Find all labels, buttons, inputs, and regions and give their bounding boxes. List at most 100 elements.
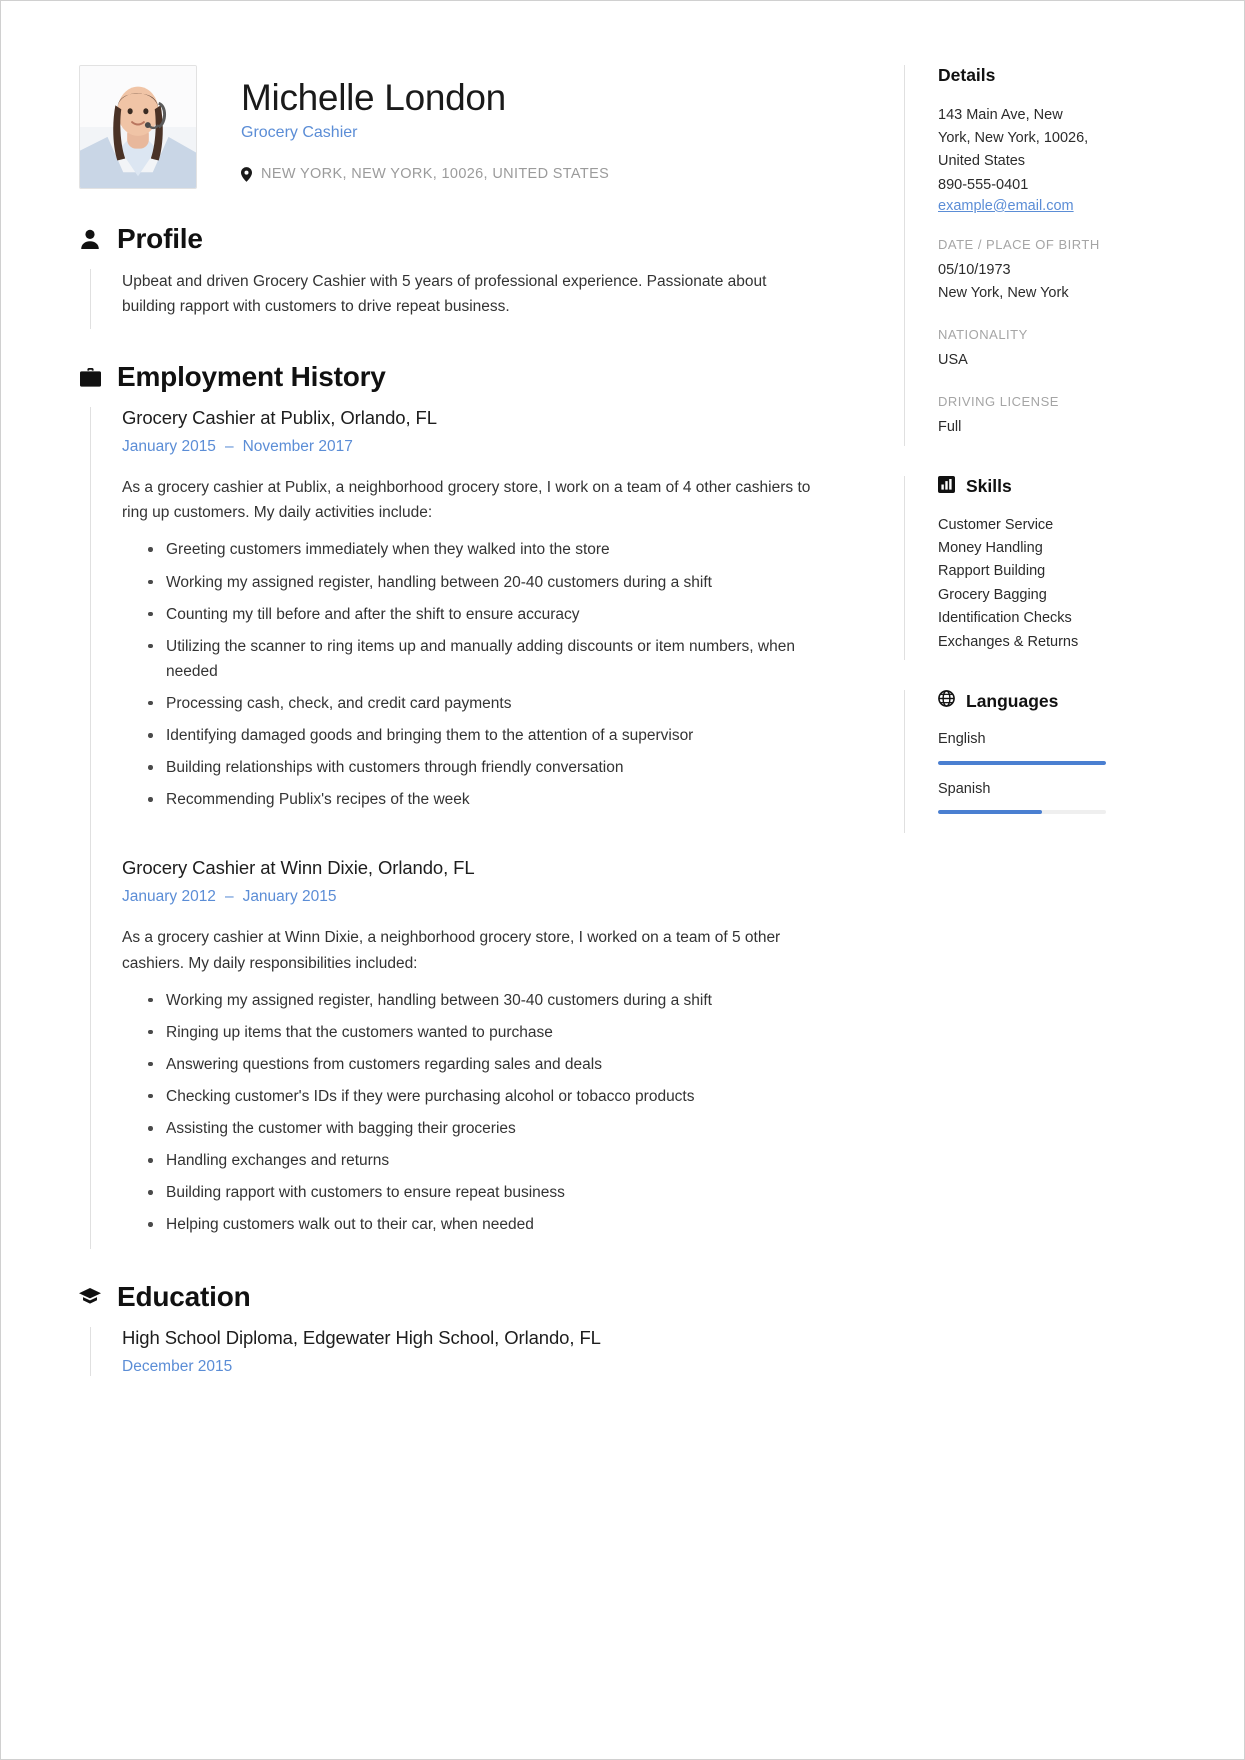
detail-label-nationality: NATIONALITY [938,327,1028,343]
graduation-cap-icon [79,1288,101,1305]
education-heading: Education [117,1280,251,1312]
skill-item: Identification Checks [938,610,1072,627]
bar-chart-icon [938,475,955,498]
employment-entry: Grocery Cashier at Winn Dixie, Orlando, … [90,857,819,1249]
job-end-2: January 2015 [242,888,337,906]
employment-heading: Employment History [117,361,386,393]
languages-heading-row: Languages [938,690,1168,712]
address-line: 143 Main Ave, New [938,107,1063,123]
skills-heading: Skills [966,476,1012,496]
detail-value-driving-license: Full [938,419,962,436]
education-date: December 2015 [122,1357,233,1375]
job-bullets-2: Working my assigned register, handling b… [122,988,819,1238]
language-name: English [938,731,986,748]
list-item: Working my assigned register, handling b… [148,988,819,1013]
skill-item: Grocery Bagging [938,586,1047,603]
resume-columns: Michelle London Grocery Cashier NEW YORK… [79,65,1168,1395]
skills-block: Skills Customer Service Money Handling R… [904,475,1168,661]
job-dates-1: January 2015– November 2017 [122,438,819,456]
address-line: United States [938,153,1026,170]
sidebar: Details 143 Main Ave, New York, New York… [849,65,1168,834]
list-item: Handling exchanges and returns [148,1148,819,1173]
profile-section: Profile Upbeat and driven Grocery Cashie… [79,223,819,330]
job-start-1: January 2015 [122,438,216,456]
language-item: Spanish [938,778,1168,815]
job-start-2: January 2012 [122,888,216,906]
profile-text: Upbeat and driven Grocery Cashier with 5… [122,273,767,316]
resume-header: Michelle London Grocery Cashier NEW YORK… [79,65,819,189]
language-name: Spanish [938,780,991,797]
list-item: Helping customers walk out to their car,… [148,1212,819,1237]
list-item: Assisting the customer with bagging thei… [148,1116,819,1141]
employment-entry: Grocery Cashier at Publix, Orlando, FL J… [90,407,819,824]
profile-body: Upbeat and driven Grocery Cashier with 5… [90,269,819,330]
page-title: Michelle London [241,77,506,118]
list-item: Answering questions from customers regar… [148,1052,819,1077]
job-gap [90,823,819,858]
employment-section: Employment History Grocery Cashier at Pu… [79,361,819,1249]
list-item: Ringing up items that the customers want… [148,1020,819,1045]
job-dash-1: – [224,438,234,456]
job-title-2: Grocery Cashier at Winn Dixie, Orlando, … [122,857,475,879]
job-dates-2: January 2012– January 2015 [122,888,819,906]
detail-value-nationality: USA [938,352,968,369]
list-item: Greeting customers immediately when they… [148,537,819,562]
detail-label-driving-license: DRIVING LICENSE [938,394,1059,410]
address-line: York, New York, 10026, [938,130,1089,147]
education-title: High School Diploma, Edgewater High Scho… [122,1326,601,1348]
language-level-track [938,810,1106,815]
list-item: Processing cash, check, and credit card … [148,691,819,716]
skills-heading-row: Skills [938,475,1168,498]
detail-value-dob-date: 05/10/1973 [938,261,1011,278]
header-text: Michelle London Grocery Cashier NEW YORK… [197,65,609,182]
job-end-1: November 2017 [242,438,353,456]
profile-heading-row: Profile [79,223,819,255]
avatar [79,65,197,189]
avatar-illustration [80,66,196,188]
location-text: NEW YORK, NEW YORK, 10026, UNITED STATES [261,166,610,183]
phone-number: 890-555-0401 [938,176,1029,193]
globe-icon [938,690,955,712]
list-item: Building rapport with customers to ensur… [148,1180,819,1205]
job-title: Grocery Cashier [241,124,358,142]
location-row: NEW YORK, NEW YORK, 10026, UNITED STATES [241,166,609,182]
skill-item: Exchanges & Returns [938,633,1079,650]
profile-heading: Profile [117,223,203,254]
language-item: English [938,728,1168,765]
main-column: Michelle London Grocery Cashier NEW YORK… [79,65,829,1395]
detail-label-dob: DATE / PLACE OF BIRTH [938,236,1100,252]
languages-heading: Languages [966,690,1059,711]
skill-item: Rapport Building [938,563,1046,580]
job-title-1: Grocery Cashier at Publix, Orlando, FL [122,407,437,429]
education-section: Education High School Diploma, Edgewater… [79,1281,819,1376]
list-item: Working my assigned register, handling b… [148,570,819,595]
list-item: Counting my till before and after the sh… [148,602,819,627]
person-icon [79,229,101,250]
list-item: Recommending Publix's recipes of the wee… [148,787,819,812]
languages-block: Languages English Spanish [904,690,1168,834]
list-item: Utilizing the scanner to ring items up a… [148,634,819,684]
language-level-fill [938,810,1043,815]
details-heading: Details [938,65,996,85]
job-description-2: As a grocery cashier at Winn Dixie, a ne… [122,929,781,972]
education-entry: High School Diploma, Edgewater High Scho… [90,1326,819,1376]
job-dash-2: – [224,888,234,906]
location-pin-icon [241,167,252,182]
education-heading-row: Education [79,1281,819,1313]
briefcase-icon [79,367,101,387]
employment-heading-row: Employment History [79,361,819,393]
list-item: Building relationships with customers th… [148,755,819,780]
email-link[interactable]: example@email.com [938,198,1074,214]
skill-item: Customer Service [938,516,1054,533]
details-block: Details 143 Main Ave, New York, New York… [904,65,1168,446]
list-item: Identifying damaged goods and bringing t… [148,723,819,748]
detail-value-dob-place: New York, New York [938,284,1069,301]
list-item: Checking customer's IDs if they were pur… [148,1084,819,1109]
language-level-fill [938,760,1106,765]
skill-item: Money Handling [938,539,1043,556]
job-bullets-1: Greeting customers immediately when they… [122,537,819,812]
